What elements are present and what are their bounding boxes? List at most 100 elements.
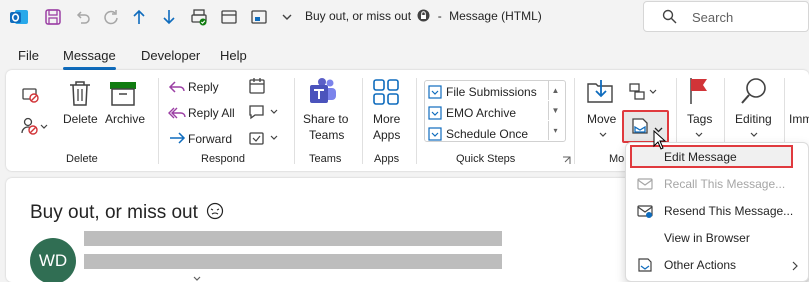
tags-button[interactable]: Tags <box>687 112 712 126</box>
im-reply-icon[interactable] <box>248 103 280 124</box>
tab-developer[interactable]: Developer <box>141 48 200 63</box>
move-icon[interactable] <box>586 76 616 109</box>
avatar[interactable]: WD <box>30 238 76 282</box>
redacted-sender-bar <box>84 231 502 246</box>
reply-button[interactable]: Reply <box>188 80 219 94</box>
menu-item-view-in-browser[interactable]: View in Browser <box>626 224 809 251</box>
archive-icon[interactable] <box>108 78 138 111</box>
quick-step-label: Schedule Once <box>446 127 529 141</box>
customize-toolbar-icon[interactable] <box>276 6 298 28</box>
window-title: Buy out, or miss out - Message (HTML) <box>305 9 542 25</box>
immersive-button[interactable]: Imm <box>789 112 809 126</box>
tab-message[interactable]: Message <box>63 48 116 70</box>
menu-item-label: View in Browser <box>664 230 750 245</box>
flag-icon[interactable] <box>687 76 711 109</box>
more-apps-line1[interactable]: More <box>373 112 400 126</box>
actions-icon <box>630 116 650 139</box>
separator <box>158 78 159 164</box>
mouse-cursor-icon <box>653 129 667 153</box>
resend-icon <box>636 202 654 220</box>
tags-dropdown-icon[interactable] <box>694 128 704 142</box>
share-to-teams-line2[interactable]: Teams <box>309 128 344 142</box>
actions-dropdown-menu: Edit Message Recall This Message... Rese… <box>625 142 809 282</box>
quick-step-icon <box>428 106 442 120</box>
move-dropdown-icon[interactable] <box>598 128 608 142</box>
reply-all-button[interactable]: Reply All <box>188 106 235 120</box>
outlook-logo-icon <box>8 6 30 28</box>
message-subject: Buy out, or miss out <box>30 202 224 226</box>
tab-file[interactable]: File <box>18 48 39 63</box>
editing-dropdown-icon[interactable] <box>749 128 759 142</box>
title-subject: Buy out, or miss out <box>305 9 412 24</box>
quick-step-label: EMO Archive <box>446 106 517 120</box>
title-lock-icon <box>417 9 430 25</box>
tab-help[interactable]: Help <box>220 48 247 63</box>
menu-item-label: Resend This Message... <box>664 203 794 218</box>
more-apps-line2[interactable]: Apps <box>373 128 400 142</box>
menu-item-resend-message[interactable]: Resend This Message... <box>626 197 809 224</box>
more-respond-icon[interactable] <box>248 129 280 150</box>
menu-item-recall-message[interactable]: Recall This Message... <box>626 170 809 197</box>
ignore-icon[interactable] <box>20 84 40 107</box>
other-actions-icon <box>636 256 654 274</box>
menu-bar: File Message Developer Help <box>0 44 809 70</box>
menu-item-label: Other Actions <box>664 257 737 272</box>
quick-step-file-submissions[interactable]: File Submissions <box>428 82 537 102</box>
menu-item-label: Recall This Message... <box>664 176 786 191</box>
dialog-launcher-icon[interactable] <box>562 154 571 168</box>
title-window-type: Message (HTML) <box>449 9 542 24</box>
down-arrow-icon[interactable] <box>158 6 180 28</box>
share-to-teams-line1[interactable]: Share to <box>303 112 348 126</box>
face-emoji-icon <box>206 202 224 226</box>
quick-step-emo-archive[interactable]: EMO Archive <box>428 103 516 123</box>
menu-item-other-actions[interactable]: Other Actions <box>626 251 809 278</box>
reply-all-icon <box>168 105 186 124</box>
quick-step-icon <box>428 85 442 99</box>
editing-search-icon[interactable] <box>739 76 769 109</box>
delete-icon[interactable] <box>66 78 94 111</box>
search-icon <box>662 9 677 27</box>
archive-button[interactable]: Archive <box>105 112 145 126</box>
forward-icon <box>168 131 186 148</box>
meeting-icon[interactable] <box>248 77 266 98</box>
up-arrow-icon[interactable] <box>128 6 150 28</box>
quick-step-label: File Submissions <box>446 85 537 99</box>
separator <box>362 78 363 164</box>
reply-icon <box>168 79 186 98</box>
more-apps-icon[interactable] <box>372 78 400 109</box>
quick-steps-group-label: Quick Steps <box>456 153 516 165</box>
quick-step-schedule-once[interactable]: Schedule Once <box>428 124 528 144</box>
gallery-down-icon[interactable]: ▼ <box>548 101 562 120</box>
teams-icon[interactable] <box>308 76 338 109</box>
block-sender-icon[interactable] <box>20 116 52 139</box>
respond-group-label: Respond <box>201 153 246 165</box>
title-bar: Buy out, or miss out - Message (HTML) Se… <box>0 0 809 34</box>
teams-group-label: Teams <box>309 153 342 165</box>
expand-chevron-icon[interactable] <box>192 272 202 282</box>
search-box[interactable]: Search <box>643 1 809 32</box>
search-placeholder: Search <box>692 10 734 25</box>
window-icon[interactable] <box>218 6 240 28</box>
delete-button[interactable]: Delete <box>63 112 98 126</box>
save-icon[interactable] <box>42 6 64 28</box>
gallery-more-icon[interactable]: ▾ <box>548 121 562 140</box>
separator <box>574 78 575 164</box>
redacted-recipient-bar <box>84 254 502 269</box>
editing-button[interactable]: Editing <box>735 112 772 126</box>
separator <box>294 78 295 164</box>
move-group-label: Mo <box>609 153 625 165</box>
layout-icon[interactable] <box>248 6 270 28</box>
delete-group-label: Delete <box>66 153 98 165</box>
gallery-up-icon[interactable]: ▲ <box>548 81 562 100</box>
move-button[interactable]: Move <box>587 112 616 126</box>
apps-group-label: Apps <box>374 153 400 165</box>
rules-icon[interactable] <box>628 82 660 105</box>
separator <box>416 78 417 164</box>
subject-text: Buy out, or miss out <box>30 202 198 223</box>
submenu-chevron-icon <box>792 260 799 274</box>
forward-button[interactable]: Forward <box>188 132 232 146</box>
redo-icon[interactable] <box>100 6 122 28</box>
recall-icon <box>636 175 654 193</box>
undo-icon[interactable] <box>72 6 94 28</box>
print-check-icon[interactable] <box>188 6 210 28</box>
